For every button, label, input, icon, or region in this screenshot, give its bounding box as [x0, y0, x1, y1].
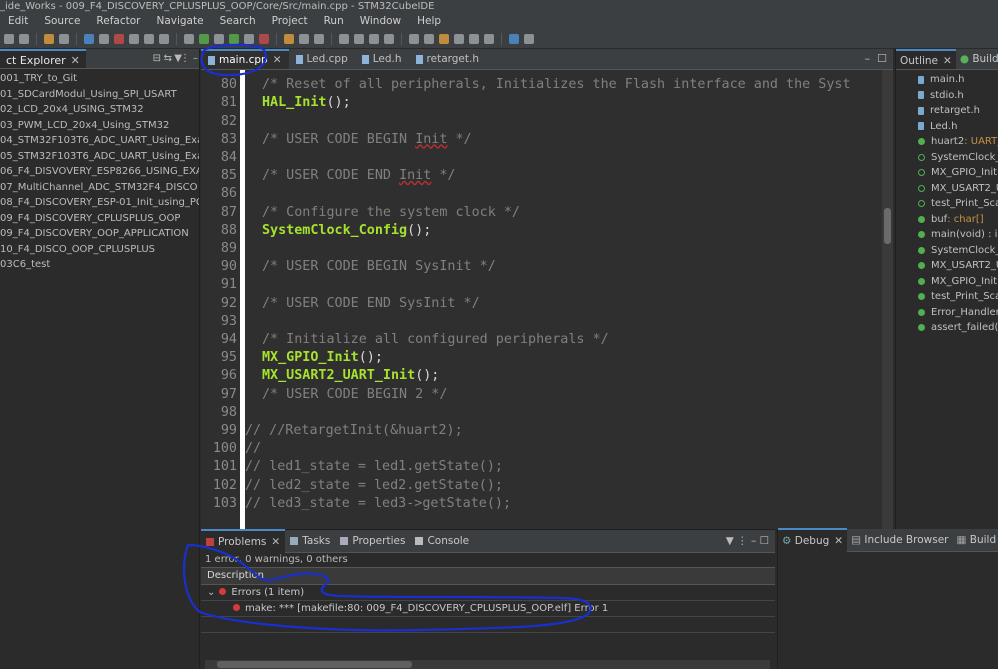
annotation-circle-problems — [182, 543, 592, 632]
annotation-circle-tab — [200, 43, 267, 77]
hand-drawn-annotation — [182, 43, 592, 632]
